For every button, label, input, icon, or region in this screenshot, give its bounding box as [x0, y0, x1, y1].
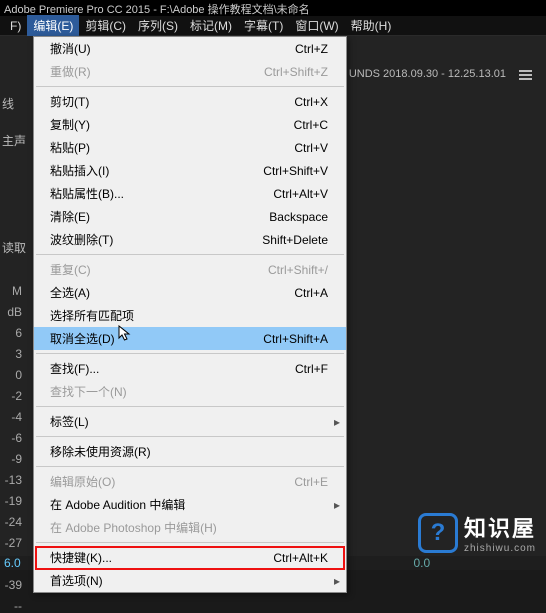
- menu-item-shortcut: Ctrl+A: [238, 286, 328, 300]
- menu-item-label: 取消全选(D): [50, 330, 238, 347]
- menu-item-paste-attributes[interactable]: 粘贴属性(B)...Ctrl+Alt+V: [34, 182, 346, 205]
- menu-item-shortcut: Ctrl+X: [238, 95, 328, 109]
- menu-item-label: 清除(E): [50, 208, 238, 225]
- menu-item-clear[interactable]: 清除(E)Backspace: [34, 205, 346, 228]
- menu-item-find-next: 查找下一个(N): [34, 380, 346, 403]
- menu-item-label: 首选项(N): [50, 572, 328, 589]
- left-side-labels: 线 主声 读取: [2, 95, 26, 256]
- menu-item-label[interactable]: 标签(L) ▸: [34, 410, 346, 433]
- logo-subtext: zhishiwu.com: [464, 543, 536, 554]
- menu-item-shortcut: Ctrl+C: [238, 118, 328, 132]
- menu-item-duplicate: 重复(C)Ctrl+Shift+/: [34, 258, 346, 281]
- menu-item-shortcut: Ctrl+F: [238, 362, 328, 376]
- menu-help[interactable]: 帮助(H): [345, 15, 398, 36]
- menu-item-label: 重复(C): [50, 261, 238, 278]
- panel-menu-icon[interactable]: [519, 70, 532, 80]
- menu-item-edit-in-audition[interactable]: 在 Adobe Audition 中编辑 ▸: [34, 493, 346, 516]
- window-title: Adobe Premiere Pro CC 2015 - F:\Adobe 操作…: [0, 0, 546, 16]
- menu-item-deselect-all[interactable]: 取消全选(D)Ctrl+Shift+A: [34, 327, 346, 350]
- menu-item-paste-insert[interactable]: 粘贴插入(I)Ctrl+Shift+V: [34, 159, 346, 182]
- menu-item-shortcut: Ctrl+Z: [238, 42, 328, 56]
- menu-item-label: 重做(R): [50, 63, 238, 80]
- menu-item-label: 粘贴属性(B)...: [50, 185, 238, 202]
- menu-item-label: 查找下一个(N): [50, 383, 328, 400]
- menu-item-select-matching[interactable]: 选择所有匹配项: [34, 304, 346, 327]
- menu-item-shortcut: Ctrl+Alt+K: [238, 551, 328, 565]
- menu-item-label: 撤消(U): [50, 40, 238, 57]
- menu-window[interactable]: 窗口(W): [289, 15, 344, 36]
- menu-item-shortcut: Ctrl+V: [238, 141, 328, 155]
- menu-item-label: 全选(A): [50, 284, 238, 301]
- menu-item-paste[interactable]: 粘贴(P)Ctrl+V: [34, 136, 346, 159]
- logo-text: 知识屋: [464, 511, 536, 543]
- menu-item-label: 快捷键(K)...: [50, 549, 238, 566]
- menu-sequence[interactable]: 序列(S): [132, 15, 184, 36]
- menu-item-cut[interactable]: 剪切(T)Ctrl+X: [34, 90, 346, 113]
- label-read: 读取: [2, 239, 26, 256]
- menu-item-label: 查找(F)...: [50, 360, 238, 377]
- menu-item-label: 在 Adobe Photoshop 中编辑(H): [50, 519, 328, 536]
- logo-mark-icon: ?: [418, 513, 458, 553]
- edit-menu-dropdown: 撤消(U)Ctrl+Z重做(R)Ctrl+Shift+Z剪切(T)Ctrl+X复…: [33, 36, 347, 593]
- menu-item-undo[interactable]: 撤消(U)Ctrl+Z: [34, 37, 346, 60]
- menu-item-keyboard-shortcuts[interactable]: 快捷键(K)...Ctrl+Alt+K: [34, 546, 346, 569]
- menu-item-remove-unused[interactable]: 移除未使用资源(R): [34, 440, 346, 463]
- menu-item-label: 移除未使用资源(R): [50, 443, 328, 460]
- menu-item-label: 复制(Y): [50, 116, 238, 133]
- menu-item-label: 粘贴(P): [50, 139, 238, 156]
- menu-item-label: 在 Adobe Audition 中编辑: [50, 496, 328, 513]
- label-line: 线: [2, 95, 26, 112]
- menu-item-label: 波纹删除(T): [50, 231, 238, 248]
- menu-item-label: 标签(L): [50, 413, 328, 430]
- menu-item-label: 编辑原始(O): [50, 473, 238, 490]
- menu-subtitle[interactable]: 字幕(T): [238, 15, 289, 36]
- menu-item-label: 选择所有匹配项: [50, 307, 328, 324]
- menu-item-label: 粘贴插入(I): [50, 162, 238, 179]
- menu-item-shortcut: Ctrl+Shift+/: [238, 263, 328, 277]
- menu-item-label: 剪切(T): [50, 93, 238, 110]
- menu-bar: F) 编辑(E) 剪辑(C) 序列(S) 标记(M) 字幕(T) 窗口(W) 帮…: [0, 16, 546, 36]
- menu-item-redo: 重做(R)Ctrl+Shift+Z: [34, 60, 346, 83]
- menu-item-shortcut: Ctrl+Alt+V: [238, 187, 328, 201]
- menu-clip[interactable]: 剪辑(C): [79, 15, 132, 36]
- menu-file[interactable]: F): [4, 17, 27, 35]
- ruler-tick: 0.0: [410, 556, 546, 570]
- menu-item-select-all[interactable]: 全选(A)Ctrl+A: [34, 281, 346, 304]
- menu-item-shortcut: Ctrl+E: [238, 475, 328, 489]
- menu-item-shortcut: Ctrl+Shift+V: [238, 164, 328, 178]
- label-main: 主声: [2, 132, 26, 149]
- menu-item-edit-in-photoshop: 在 Adobe Photoshop 中编辑(H): [34, 516, 346, 539]
- menu-item-find[interactable]: 查找(F)...Ctrl+F: [34, 357, 346, 380]
- menu-item-shortcut: Ctrl+Shift+A: [238, 332, 328, 346]
- menu-item-shortcut: Shift+Delete: [238, 233, 328, 247]
- watermark-logo: ? 知识屋 zhishiwu.com: [418, 511, 536, 554]
- menu-edit[interactable]: 编辑(E): [27, 15, 79, 36]
- menu-marker[interactable]: 标记(M): [184, 15, 238, 36]
- submenu-arrow-icon: ▸: [334, 574, 340, 588]
- menu-item-shortcut: Backspace: [238, 210, 328, 224]
- menu-item-edit-original: 编辑原始(O)Ctrl+E: [34, 470, 346, 493]
- menu-item-preferences[interactable]: 首选项(N) ▸: [34, 569, 346, 592]
- menu-item-copy[interactable]: 复制(Y)Ctrl+C: [34, 113, 346, 136]
- submenu-arrow-icon: ▸: [334, 498, 340, 512]
- menu-item-ripple-delete[interactable]: 波纹删除(T)Shift+Delete: [34, 228, 346, 251]
- panel-title: UNDS 2018.09.30 - 12.25.13.01: [349, 68, 506, 80]
- submenu-arrow-icon: ▸: [334, 415, 340, 429]
- menu-item-shortcut: Ctrl+Shift+Z: [238, 65, 328, 79]
